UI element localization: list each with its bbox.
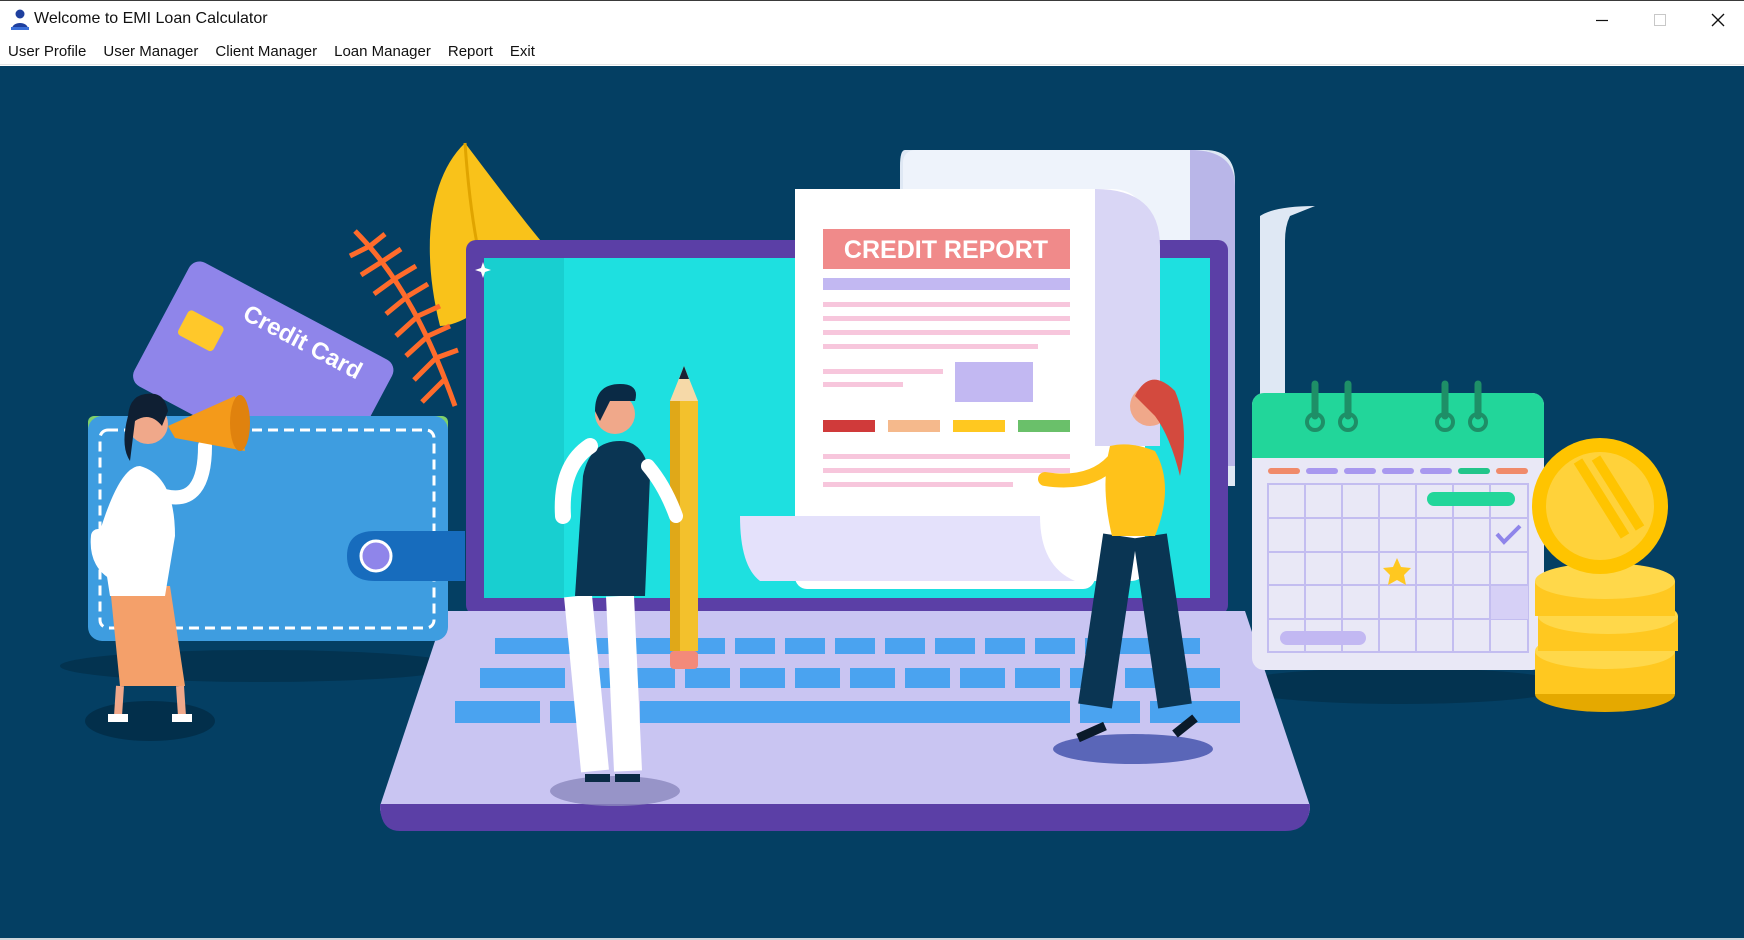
menu-exit[interactable]: Exit [505, 38, 540, 65]
minimize-icon [1596, 19, 1608, 22]
coin-stack [1532, 438, 1678, 712]
menu-client-manager[interactable]: Client Manager [210, 38, 322, 65]
menu-loan-manager[interactable]: Loan Manager [329, 38, 436, 65]
title-bar: Welcome to EMI Loan Calculator [0, 0, 1744, 38]
menu-user-manager[interactable]: User Manager [98, 38, 203, 65]
calendar [1252, 380, 1544, 670]
user-icon [11, 9, 29, 30]
close-button[interactable] [1689, 1, 1744, 39]
welcome-illustration: CREDIT REPORT Credit Card [0, 66, 1744, 938]
maximize-button[interactable] [1631, 1, 1689, 39]
app-window: Welcome to EMI Loan Calculator User Prof… [0, 0, 1744, 940]
report-heading: CREDIT REPORT [844, 236, 1048, 264]
credit-report-document: CREDIT REPORT [740, 189, 1160, 589]
close-icon [1711, 13, 1725, 27]
minimize-button[interactable] [1573, 1, 1631, 39]
credit-report-illustration: CREDIT REPORT Credit Card [60, 142, 1678, 831]
window-title: Welcome to EMI Loan Calculator [34, 10, 268, 27]
menu-bar: User Profile User Manager Client Manager… [0, 38, 1744, 65]
maximize-icon [1654, 14, 1666, 26]
menu-report[interactable]: Report [443, 38, 498, 65]
menu-user-profile[interactable]: User Profile [3, 38, 91, 65]
